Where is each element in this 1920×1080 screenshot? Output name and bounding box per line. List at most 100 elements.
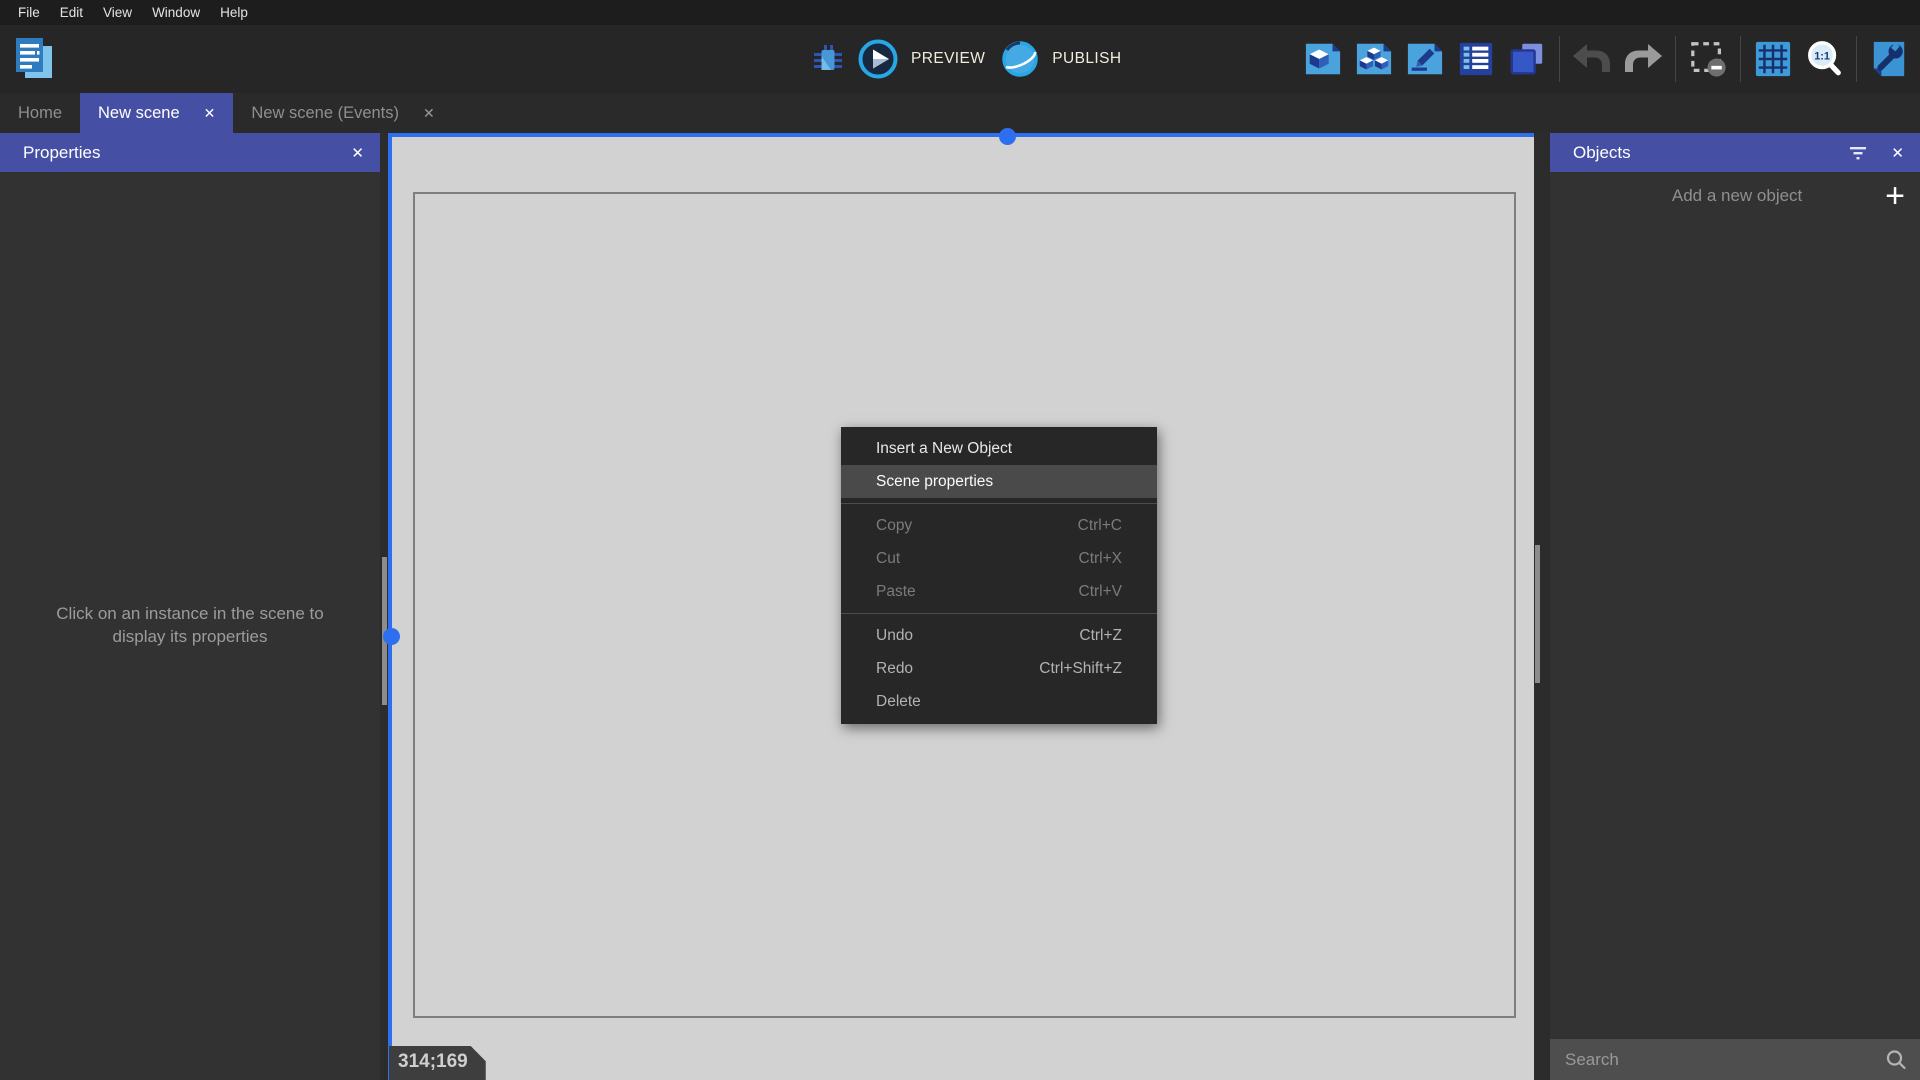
tab-new-scene-label: New scene [98,104,180,123]
grid-icon [1754,40,1792,78]
menu-item-label: Undo [876,627,1079,645]
redo-button[interactable] [1624,43,1662,75]
add-object-row[interactable]: Add a new object + [1550,172,1920,220]
canvas-focus-border-top [388,133,1534,137]
splitter-handle-left[interactable] [383,628,400,645]
menu-item-shortcut: Ctrl+Shift+Z [1039,660,1122,678]
tab-new-scene-events[interactable]: New scene (Events) ✕ [233,93,452,133]
menu-item-label: Delete [876,693,1122,711]
toolbar-separator [1740,36,1741,82]
deselect-button[interactable] [1689,40,1727,78]
grid-button[interactable] [1754,40,1792,78]
project-manager-button[interactable] [13,36,55,82]
menu-item-label: Copy [876,517,1078,535]
context-menu-item-cut[interactable]: Cut Ctrl+X [841,542,1157,575]
properties-panel-title: Properties [23,143,327,163]
edit-pencil-icon [1406,40,1444,78]
menu-item-shortcut: Ctrl+X [1079,550,1123,568]
left-panel-divider[interactable] [380,133,388,1080]
menu-item-label: Redo [876,660,1039,678]
objects-editor-icon [1355,40,1393,78]
menu-item-label: Cut [876,550,1079,568]
objects-list[interactable] [1550,220,1920,1039]
edit-properties-button[interactable] [1406,40,1444,78]
svg-text:1:1: 1:1 [1814,50,1830,62]
menu-edit[interactable]: Edit [50,0,93,25]
menu-bar: File Edit View Window Help [0,0,1920,25]
publish-globe-icon [1001,40,1039,78]
preview-button[interactable] [858,39,898,79]
undo-button[interactable] [1573,43,1611,75]
close-icon[interactable]: ✕ [204,106,216,120]
menu-item-label: Paste [876,583,1079,601]
menu-help[interactable]: Help [210,0,258,25]
tab-home[interactable]: Home [0,93,80,133]
zoom-1-1-icon: 1:1 [1805,40,1843,78]
objects-panel: Objects ✕ Add a new object + [1550,133,1920,1080]
tab-home-label: Home [18,104,62,123]
context-menu-item-delete[interactable]: Delete [841,685,1157,718]
tab-bar: Home New scene ✕ New scene (Events) ✕ [0,93,1920,133]
context-menu: Insert a New Object Scene properties Cop… [841,427,1157,724]
search-input[interactable] [1563,1049,1885,1071]
context-menu-item-insert-new-object[interactable]: Insert a New Object [841,432,1157,465]
plus-icon[interactable]: + [1885,182,1905,210]
events-sheet-button[interactable] [1457,40,1495,78]
context-menu-separator [841,503,1157,504]
context-menu-item-paste[interactable]: Paste Ctrl+V [841,575,1157,608]
publish-label[interactable]: PUBLISH [1052,50,1121,68]
menu-item-shortcut: Ctrl+C [1078,517,1122,535]
preview-label[interactable]: PREVIEW [911,50,985,68]
menu-file[interactable]: File [8,0,50,25]
toolbar-separator [1675,36,1676,82]
canvas-focus-border-left [388,133,392,1080]
context-menu-item-scene-properties[interactable]: Scene properties [841,465,1157,498]
redo-icon [1624,43,1662,75]
debug-bug-icon [811,42,845,76]
setup-wrench-icon [1870,40,1908,78]
zoom-original-button[interactable]: 1:1 [1805,40,1843,78]
setup-button[interactable] [1870,40,1908,78]
gdevelop-window: File Edit View Window Help [0,0,1920,1080]
toolbar-right: 1:1 [1304,25,1908,93]
canvas-right-scrollbar[interactable] [1535,545,1540,683]
open-scene-button[interactable] [1304,40,1342,78]
menu-view[interactable]: View [93,0,142,25]
context-menu-item-redo[interactable]: Redo Ctrl+Shift+Z [841,652,1157,685]
tab-new-scene[interactable]: New scene ✕ [80,93,233,133]
close-icon[interactable]: ✕ [1891,144,1904,162]
preview-play-icon [858,39,898,79]
cursor-coordinates-badge: 314;169 [389,1046,486,1080]
menu-item-shortcut: Ctrl+Z [1079,627,1122,645]
properties-panel-header: Properties ✕ [0,133,380,172]
properties-empty-message: Click on an instance in the scene to dis… [34,603,346,649]
menu-item-label: Scene properties [876,473,1122,491]
tab-new-scene-events-label: New scene (Events) [251,104,399,123]
menu-window[interactable]: Window [142,0,210,25]
close-icon[interactable]: ✕ [423,106,435,120]
layers-button[interactable] [1508,40,1546,78]
toolbar: PREVIEW PUBLISH [0,25,1920,93]
scene-editor-canvas[interactable]: 314;169 Insert a New Object Scene proper… [388,133,1534,1080]
toolbar-separator [1559,36,1560,82]
toolbar-separator [1856,36,1857,82]
undo-icon [1573,43,1611,75]
project-manager-icon [13,36,55,82]
toolbar-center: PREVIEW PUBLISH [811,25,1121,93]
debug-button[interactable] [811,42,845,76]
objects-panel-header: Objects ✕ [1550,133,1920,172]
objects-editor-button[interactable] [1355,40,1393,78]
menu-item-shortcut: Ctrl+V [1079,583,1123,601]
menu-item-label: Insert a New Object [876,440,1122,458]
context-menu-item-copy[interactable]: Copy Ctrl+C [841,509,1157,542]
right-panel-divider[interactable] [1534,133,1550,1080]
properties-panel: Properties ✕ Click on an instance in the… [0,133,380,1080]
context-menu-item-undo[interactable]: Undo Ctrl+Z [841,619,1157,652]
filter-icon[interactable] [1849,146,1867,160]
deselect-mask-icon [1689,40,1727,78]
splitter-handle-top[interactable] [999,128,1016,145]
layers-icon [1508,40,1546,78]
publish-button[interactable] [1001,40,1039,78]
close-icon[interactable]: ✕ [351,144,364,162]
add-object-label: Add a new object [1565,186,1885,206]
